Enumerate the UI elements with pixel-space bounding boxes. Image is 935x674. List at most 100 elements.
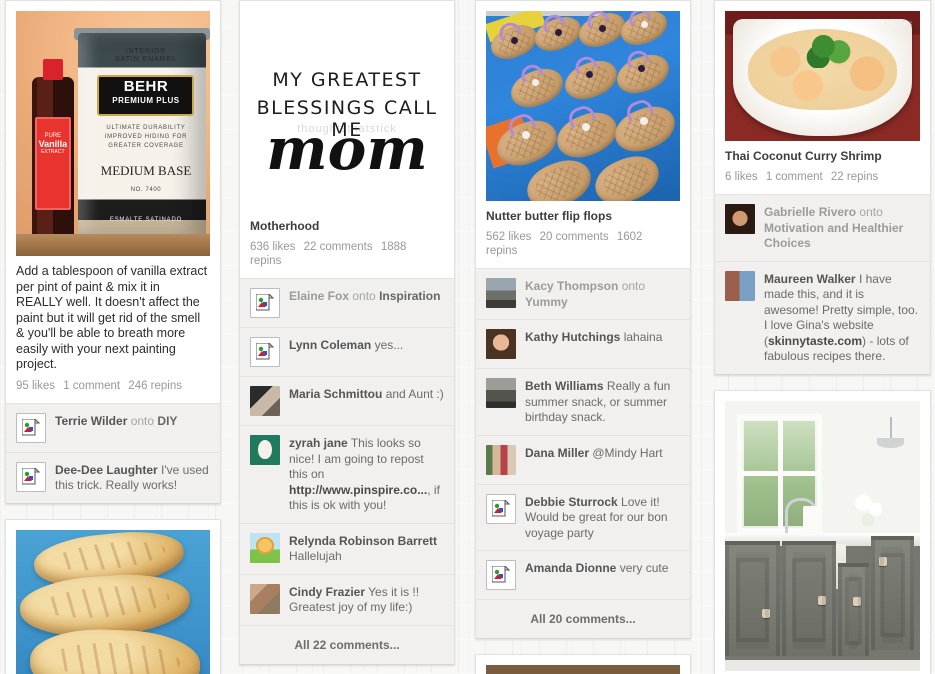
pin-likes[interactable]: 95 likes xyxy=(16,380,55,392)
pin-attribution-row[interactable]: Gabrielle Rivero onto Motivation and Hea… xyxy=(715,195,930,262)
attribution-user[interactable]: Kacy Thompson xyxy=(525,279,618,293)
pin-card-partial-col3[interactable] xyxy=(475,654,691,674)
avatar[interactable] xyxy=(250,435,280,465)
comment-user[interactable]: Dana Miller xyxy=(525,446,589,460)
pin-comments[interactable]: 1 comment xyxy=(766,171,823,183)
comment-user[interactable]: Dee-Dee Laughter xyxy=(55,463,158,477)
vanilla-sub-text: EXTRACT xyxy=(41,149,65,156)
pin-image-behr-paint-can[interactable]: INTERIOR SATIN ENAMEL BEHR PREMIUM PLUS U… xyxy=(16,11,210,256)
pin-image-thai-coconut-curry-shrimp[interactable]: gina's recipes xyxy=(725,11,920,141)
attribution-board[interactable]: DIY xyxy=(157,414,177,428)
avatar[interactable] xyxy=(486,378,516,408)
attribution-user[interactable]: Terrie Wilder xyxy=(55,414,127,428)
pin-comment-row[interactable]: Amanda Dionne very cute xyxy=(476,551,690,599)
pin-card-nutter-butter-flip-flops[interactable]: Nutter butter flip flops 562 likes 20 co… xyxy=(475,0,691,639)
pin-comment-row[interactable]: Kathy Hutchings lahaina xyxy=(476,320,690,369)
pin-image-croissants[interactable] xyxy=(16,529,210,674)
attribution-user[interactable]: Elaine Fox xyxy=(289,289,349,303)
comment-user[interactable]: Beth Williams xyxy=(525,379,604,393)
pin-comment-row[interactable]: Maria Schmittou and Aunt :) xyxy=(240,377,454,426)
cabinet-knob-4 xyxy=(879,557,888,567)
avatar[interactable] xyxy=(486,278,516,308)
pin-image-wrapper[interactable] xyxy=(476,655,690,674)
pin-comment-row[interactable]: zyrah jane This looks so nice! I am goin… xyxy=(240,426,454,524)
pin-title[interactable]: Motherhood xyxy=(250,219,444,234)
pin-body: Add a tablespoon of vanilla extract per … xyxy=(6,256,220,403)
cookie-bead-6 xyxy=(586,71,593,78)
comment-body: very cute xyxy=(619,561,669,575)
vanilla-bottle-label: PURE Vanilla EXTRACT xyxy=(34,117,71,211)
comment-user[interactable]: Amanda Dionne xyxy=(525,561,616,575)
pin-comment-row[interactable]: Maureen Walker I have made this, and it … xyxy=(715,262,930,374)
avatar[interactable] xyxy=(486,329,516,359)
pin-repins[interactable]: 22 repins xyxy=(831,171,878,183)
comment-user[interactable]: Kathy Hutchings xyxy=(525,330,620,344)
pin-attribution-row[interactable]: Kacy Thompson onto Yummy xyxy=(476,269,690,320)
pin-card-thai-coconut-curry-shrimp[interactable]: gina's recipes Thai Coconut Curry Shrimp… xyxy=(714,0,931,375)
pin-image-gray-kitchen[interactable] xyxy=(725,400,920,671)
pin-comment-row[interactable]: Relynda Robinson Barrett Hallelujah xyxy=(240,524,454,575)
avatar[interactable] xyxy=(250,532,280,563)
paint-base-label: MEDIUM BASE xyxy=(100,162,192,178)
pin-image-wrapper[interactable]: INTERIOR SATIN ENAMEL BEHR PREMIUM PLUS U… xyxy=(6,1,220,256)
comment-text: Lynn Coleman yes... xyxy=(289,337,444,354)
pin-comment-row[interactable]: Dana Miller @Mindy Hart xyxy=(476,436,690,485)
attribution-board[interactable]: Yummy xyxy=(525,295,568,309)
pin-card-paint-vanilla[interactable]: INTERIOR SATIN ENAMEL BEHR PREMIUM PLUS U… xyxy=(5,0,221,504)
pin-comment-row[interactable]: Dee-Dee Laughter I've used this trick. R… xyxy=(6,453,220,503)
avatar[interactable] xyxy=(486,444,516,475)
pin-attribution-row[interactable]: Elaine Fox onto Inspiration xyxy=(240,279,454,328)
pin-attribution-row[interactable]: Terrie Wilder onto DIY xyxy=(6,404,220,453)
pin-likes[interactable]: 636 likes xyxy=(250,241,295,253)
all-comments-link[interactable]: All 22 comments... xyxy=(240,624,454,664)
comment-user[interactable]: Cindy Frazier xyxy=(289,585,365,599)
pin-comment-row[interactable]: Cindy Frazier Yes it is !! Greatest joy … xyxy=(240,575,454,625)
pin-comments[interactable]: 20 comments xyxy=(540,231,609,243)
pin-comment-row[interactable]: Debbie Sturrock Love it! Would be great … xyxy=(476,485,690,551)
pin-likes[interactable]: 562 likes xyxy=(486,231,531,243)
paint-feature-3: GREATER COVERAGE xyxy=(108,142,184,149)
pin-comments[interactable]: 22 comments xyxy=(304,241,373,253)
comment-user[interactable]: Debbie Sturrock xyxy=(525,495,618,509)
avatar[interactable] xyxy=(250,386,280,416)
pin-card-motherhood[interactable]: thoughtsthatstick MY GREATEST BLESSINGS … xyxy=(239,0,455,665)
broken-image-icon xyxy=(16,461,46,492)
pin-like-row[interactable]: ♥ xyxy=(715,670,930,674)
comment-user[interactable]: Relynda Robinson Barrett xyxy=(289,534,437,548)
pin-stats: 6 likes 1 comment 22 repins xyxy=(725,170,920,184)
pin-title[interactable]: Thai Coconut Curry Shrimp xyxy=(725,149,920,164)
all-comments-link[interactable]: All 20 comments... xyxy=(476,599,690,638)
avatar[interactable] xyxy=(250,583,280,614)
pin-image-mom-typography[interactable]: thoughtsthatstick MY GREATEST BLESSINGS … xyxy=(250,11,444,211)
comment-link[interactable]: skinnytaste.com xyxy=(768,334,862,348)
attribution-text: Terrie Wilder onto DIY xyxy=(55,413,210,430)
pendant-light xyxy=(869,416,912,460)
comment-text: Beth Williams Really a fun summer snack,… xyxy=(525,378,680,426)
comment-user[interactable]: Lynn Coleman xyxy=(289,338,371,352)
avatar[interactable] xyxy=(725,270,755,301)
pin-image-wrapper[interactable] xyxy=(476,1,690,201)
comment-text: Debbie Sturrock Love it! Would be great … xyxy=(525,494,680,542)
pin-comments[interactable]: 1 comment xyxy=(63,380,120,392)
pin-card-croissants[interactable] xyxy=(5,518,221,674)
pin-image-nutter-butter-flip-flops[interactable] xyxy=(486,11,680,201)
pin-image-wrapper[interactable]: gina's recipes xyxy=(715,1,930,141)
pin-likes[interactable]: 6 likes xyxy=(725,171,758,183)
pin-comment-row[interactable]: Beth Williams Really a fun summer snack,… xyxy=(476,369,690,436)
attribution-board[interactable]: Motivation and Healthier Choices xyxy=(764,221,903,251)
comment-user[interactable]: zyrah jane xyxy=(289,436,348,450)
pin-image-wrapper[interactable] xyxy=(6,520,220,674)
comment-user[interactable]: Maria Schmittou xyxy=(289,387,382,401)
pin-repins[interactable]: 246 repins xyxy=(128,380,182,392)
pin-comment-row[interactable]: Lynn Coleman yes... xyxy=(240,328,454,377)
pin-image-wrapper[interactable]: thoughtsthatstick MY GREATEST BLESSINGS … xyxy=(240,1,454,211)
pin-image-partial[interactable] xyxy=(486,665,680,674)
pin-card-gray-kitchen[interactable]: ♥ xyxy=(714,389,931,674)
comment-link[interactable]: http://www.pinspire.co... xyxy=(289,483,427,497)
pin-image-wrapper[interactable] xyxy=(715,391,930,671)
attribution-board[interactable]: Inspiration xyxy=(379,289,440,303)
pin-title[interactable]: Nutter butter flip flops xyxy=(486,209,680,224)
attribution-user[interactable]: Gabrielle Rivero xyxy=(764,205,856,219)
avatar[interactable] xyxy=(725,204,755,234)
comment-user[interactable]: Maureen Walker xyxy=(764,272,856,286)
